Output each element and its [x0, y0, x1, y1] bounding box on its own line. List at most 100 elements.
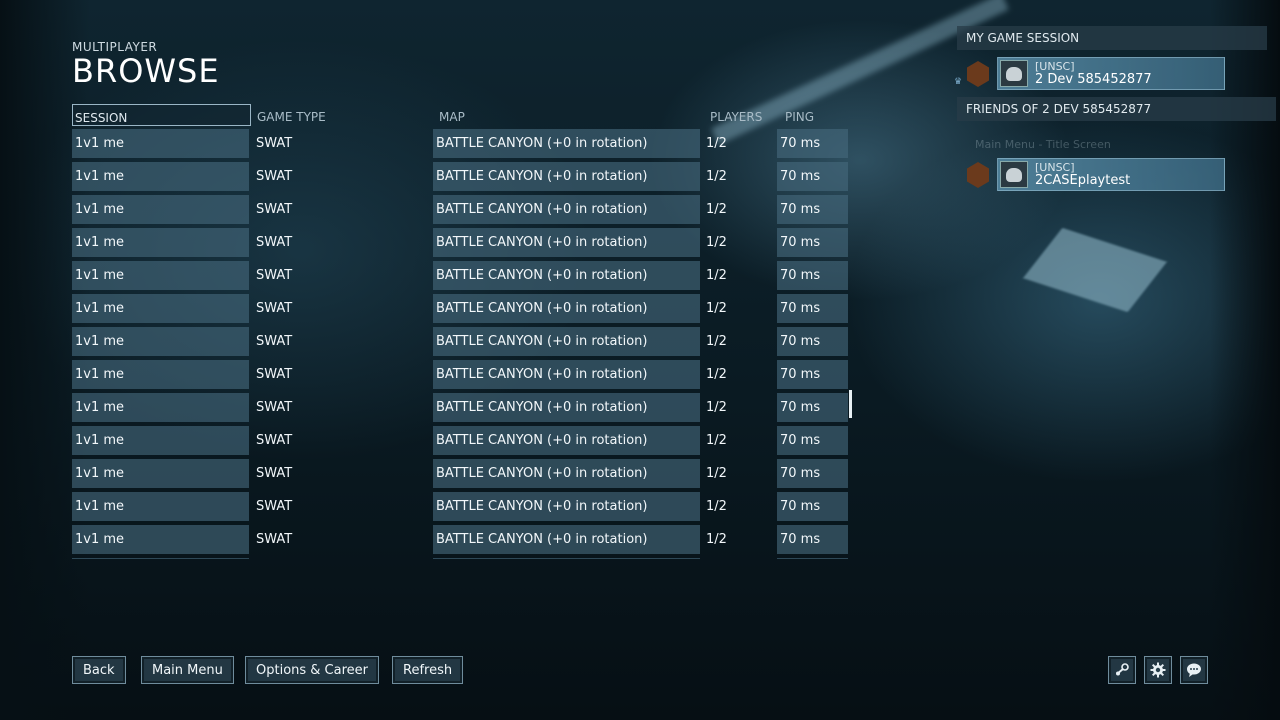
- cell-map: BATTLE CANYON (+0 in rotation): [433, 327, 700, 356]
- cell-session: 1v1 me: [72, 360, 249, 389]
- leader-crown-icon: ♛: [954, 77, 963, 87]
- cell-ping: 70 ms: [777, 195, 848, 224]
- cell-ping: 70 ms: [777, 360, 848, 389]
- cell-ping: 70 ms: [777, 393, 848, 422]
- cell-game-type: SWAT: [256, 433, 293, 448]
- cell-game-type: SWAT: [256, 367, 293, 382]
- chat-button[interactable]: [1180, 656, 1208, 684]
- gear-icon: [1150, 662, 1166, 678]
- cell-map: BATTLE CANYON (+0 in rotation): [433, 492, 700, 521]
- cell-session: 1v1 me: [72, 261, 249, 290]
- avatar: [1000, 161, 1028, 188]
- cell-players: 1/2: [706, 268, 727, 283]
- refresh-button[interactable]: Refresh: [392, 656, 464, 684]
- cell-map: [433, 558, 700, 559]
- table-rows: 1v1 me SWAT BATTLE CANYON (+0 in rotation)…: [72, 129, 852, 559]
- table-row[interactable]: 1v1 me SWAT BATTLE CANYON (+0 in rotation)…: [72, 459, 852, 488]
- cell-ping: 70 ms: [777, 162, 848, 191]
- cell-game-type: SWAT: [256, 334, 293, 349]
- steam-icon: [1116, 663, 1129, 676]
- cell-map: BATTLE CANYON (+0 in rotation): [433, 393, 700, 422]
- cell-map: BATTLE CANYON (+0 in rotation): [433, 294, 700, 323]
- cell-ping: 70 ms: [777, 228, 848, 257]
- cell-game-type: SWAT: [256, 202, 293, 217]
- cell-players: 1/2: [706, 532, 727, 547]
- rank-emblem-icon: [967, 162, 989, 188]
- cell-session: 1v1 me: [72, 393, 249, 422]
- page-header: MULTIPLAYER BROWSE: [72, 40, 220, 90]
- column-header-session[interactable]: SESSION: [72, 104, 251, 126]
- cell-game-type: SWAT: [256, 268, 293, 283]
- settings-button[interactable]: [1144, 656, 1172, 684]
- cell-players: 1/2: [706, 334, 727, 349]
- table-row[interactable]: 1v1 me SWAT BATTLE CANYON (+0 in rotation)…: [72, 228, 852, 257]
- table-row[interactable]: 1v1 me SWAT BATTLE CANYON (+0 in rotation)…: [72, 525, 852, 554]
- column-header-players[interactable]: PLAYERS: [708, 104, 778, 126]
- cell-map: BATTLE CANYON (+0 in rotation): [433, 459, 700, 488]
- cell-game-type: SWAT: [256, 235, 293, 250]
- cell-map: BATTLE CANYON (+0 in rotation): [433, 162, 700, 191]
- friend-member[interactable]: [UNSC] 2CASEplaytest: [967, 158, 1225, 191]
- table-row[interactable]: 1v1 me SWAT BATTLE CANYON (+0 in rotation)…: [72, 492, 852, 521]
- cell-ping: 70 ms: [777, 525, 848, 554]
- member-gamertag: 2 Dev 585452877: [1035, 72, 1152, 87]
- cell-players: 1/2: [706, 301, 727, 316]
- cell-game-type: SWAT: [256, 136, 293, 151]
- table-row[interactable]: 1v1 me SWAT BATTLE CANYON (+0 in rotation)…: [72, 327, 852, 356]
- table-row[interactable]: 1v1 me SWAT BATTLE CANYON (+0 in rotation)…: [72, 294, 852, 323]
- cell-game-type: SWAT: [256, 466, 293, 481]
- cell-session: 1v1 me: [72, 459, 249, 488]
- cell-ping: 70 ms: [777, 426, 848, 455]
- back-button[interactable]: Back: [72, 656, 126, 684]
- friends-heading: FRIENDS OF 2 Dev 585452877: [957, 97, 1276, 121]
- table-row[interactable]: 1v1 me SWAT BATTLE CANYON (+0 in rotation)…: [72, 360, 852, 389]
- cell-map: BATTLE CANYON (+0 in rotation): [433, 426, 700, 455]
- table-row[interactable]: 1v1 me SWAT BATTLE CANYON (+0 in rotation)…: [72, 162, 852, 191]
- cell-players: 1/2: [706, 433, 727, 448]
- cell-game-type: SWAT: [256, 499, 293, 514]
- cell-game-type: SWAT: [256, 169, 293, 184]
- cell-map: BATTLE CANYON (+0 in rotation): [433, 129, 700, 158]
- cell-session: 1v1 me: [72, 162, 249, 191]
- main-menu-button[interactable]: Main Menu: [141, 656, 234, 684]
- cell-session: 1v1 me: [72, 228, 249, 257]
- steam-button[interactable]: [1108, 656, 1136, 684]
- cell-players: 1/2: [706, 235, 727, 250]
- table-row[interactable]: 1v1 me SWAT BATTLE CANYON (+0 in rotation)…: [72, 426, 852, 455]
- cell-session: [72, 558, 249, 559]
- background-debris: [1023, 227, 1167, 313]
- table-row[interactable]: 1v1 me SWAT BATTLE CANYON (+0 in rotation)…: [72, 195, 852, 224]
- cell-session: 1v1 me: [72, 426, 249, 455]
- column-header-ping[interactable]: PING: [783, 104, 843, 126]
- friend-status: Main Menu - Title Screen: [975, 138, 1111, 151]
- chat-icon: [1187, 663, 1201, 677]
- column-header-map[interactable]: MAP: [437, 104, 637, 126]
- cell-ping: [777, 558, 848, 559]
- cell-game-type: SWAT: [256, 400, 293, 415]
- cell-players: 1/2: [706, 367, 727, 382]
- cell-map: BATTLE CANYON (+0 in rotation): [433, 360, 700, 389]
- table-row[interactable]: 1v1 me SWAT BATTLE CANYON (+0 in rotation)…: [72, 261, 852, 290]
- cell-players: 1/2: [706, 136, 727, 151]
- table-row[interactable]: 1v1 me SWAT BATTLE CANYON (+0 in rotation)…: [72, 129, 852, 158]
- cell-ping: 70 ms: [777, 261, 848, 290]
- cell-players: 1/2: [706, 499, 727, 514]
- cell-session: 1v1 me: [72, 492, 249, 521]
- table-row[interactable]: [72, 558, 852, 559]
- cell-map: BATTLE CANYON (+0 in rotation): [433, 195, 700, 224]
- cell-players: 1/2: [706, 202, 727, 217]
- options-career-button[interactable]: Options & Career: [245, 656, 380, 684]
- page-title: BROWSE: [72, 52, 220, 90]
- cell-players: 1/2: [706, 400, 727, 415]
- rank-emblem-icon: [967, 61, 989, 87]
- my-session-member[interactable]: ♛ [UNSC] 2 Dev 585452877: [954, 57, 1225, 90]
- session-panel: MY GAME SESSION ♛ [UNSC] 2 Dev 585452877…: [954, 26, 1276, 191]
- cell-session: 1v1 me: [72, 195, 249, 224]
- table-row[interactable]: 1v1 me SWAT BATTLE CANYON (+0 in rotation)…: [72, 393, 852, 422]
- scrollbar-thumb[interactable]: [849, 390, 852, 418]
- cell-ping: 70 ms: [777, 327, 848, 356]
- column-header-game-type[interactable]: GAME TYPE: [255, 104, 425, 126]
- cell-players: 1/2: [706, 466, 727, 481]
- cell-ping: 70 ms: [777, 129, 848, 158]
- cell-players: [703, 558, 775, 559]
